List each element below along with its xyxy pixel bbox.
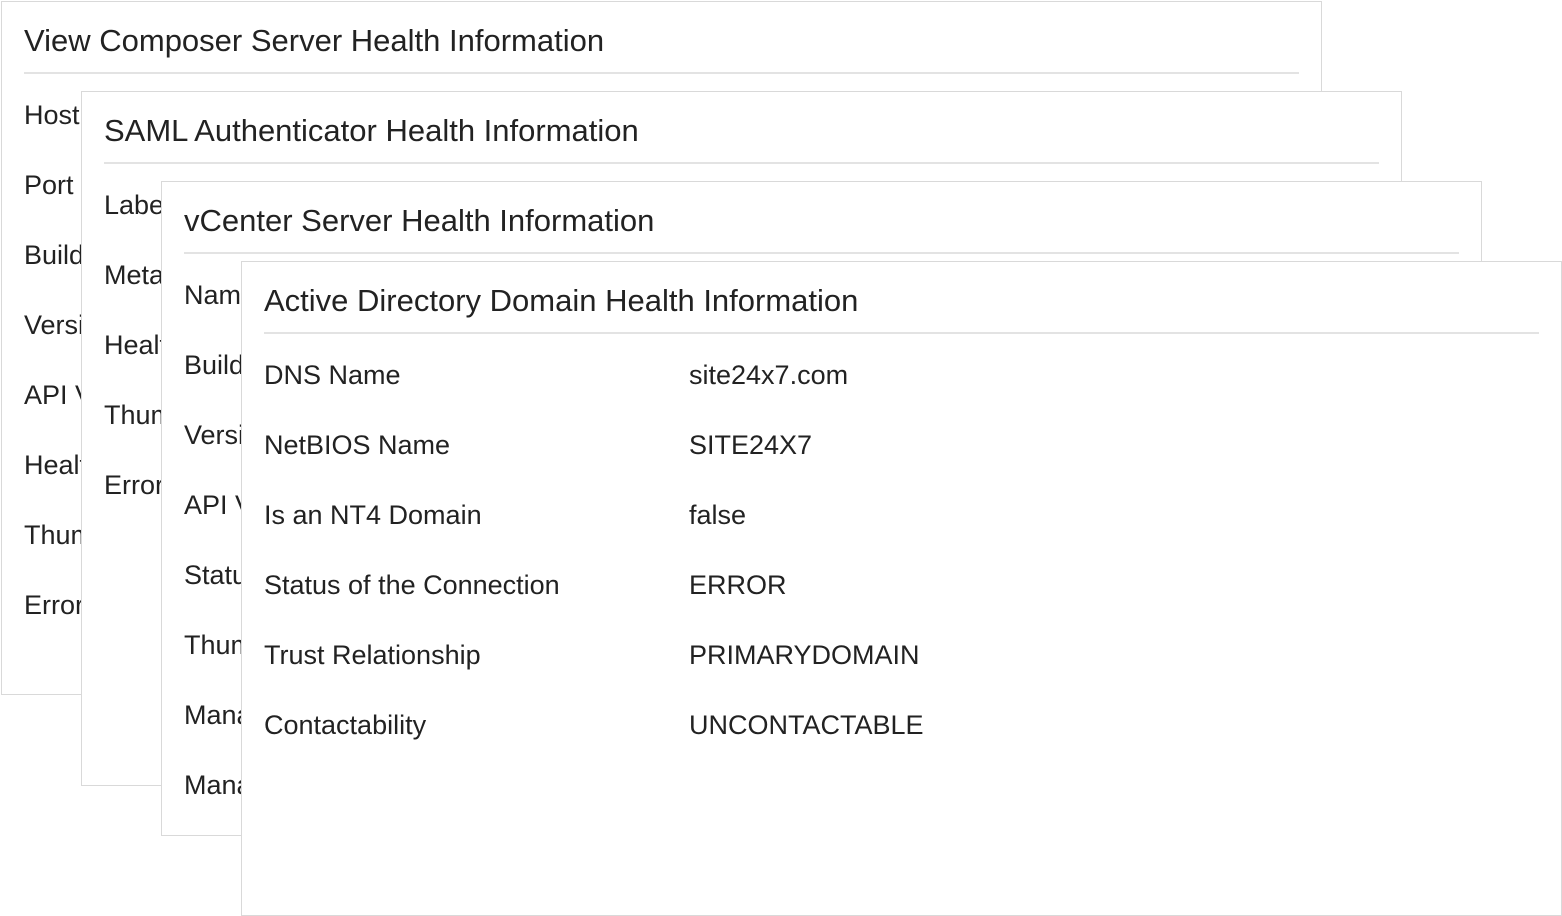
info-row: Is an NT4 Domain false — [264, 495, 1539, 565]
row-label: Error — [104, 470, 164, 500]
row-value: site24x7.com — [689, 360, 849, 390]
row-value: UNCONTACTABLE — [689, 710, 924, 740]
info-row: DNS Name site24x7.com — [264, 355, 1539, 425]
row-value: ERROR — [689, 570, 787, 600]
info-row: Status of the Connection ERROR — [264, 565, 1539, 635]
health-panels-stage: View Composer Server Health Information … — [0, 0, 1562, 916]
info-rows: DNS Name site24x7.com NetBIOS Name SITE2… — [264, 355, 1539, 775]
row-label: Build — [24, 240, 85, 270]
row-value: SITE24X7 — [689, 430, 813, 460]
row-label: Host — [24, 100, 80, 130]
row-label: Build — [184, 350, 245, 380]
card-title: Active Directory Domain Health Informati… — [264, 283, 859, 318]
title-divider — [264, 332, 1539, 334]
card-title: View Composer Server Health Information — [24, 23, 605, 58]
info-row: Trust Relationship PRIMARYDOMAIN — [264, 635, 1539, 705]
info-row: Contactability UNCONTACTABLE — [264, 705, 1539, 775]
row-label: Port — [24, 170, 74, 200]
row-label: Contactability — [264, 710, 427, 740]
row-value: false — [689, 500, 747, 530]
title-divider — [184, 252, 1459, 254]
row-value: PRIMARYDOMAIN — [689, 640, 920, 670]
row-label: Trust Relationship — [264, 640, 481, 670]
title-divider — [24, 72, 1299, 74]
row-label: Is an NT4 Domain — [264, 500, 482, 530]
card-title: SAML Authenticator Health Information — [104, 113, 639, 148]
row-label: Error — [24, 590, 84, 620]
row-label: DNS Name — [264, 360, 401, 390]
card-title: vCenter Server Health Information — [184, 203, 655, 238]
active-directory-domain-health-card: Active Directory Domain Health Informati… — [241, 261, 1562, 916]
info-row: NetBIOS Name SITE24X7 — [264, 425, 1539, 495]
title-divider — [104, 162, 1379, 164]
row-label: Status of the Connection — [264, 570, 560, 600]
row-label: NetBIOS Name — [264, 430, 451, 460]
